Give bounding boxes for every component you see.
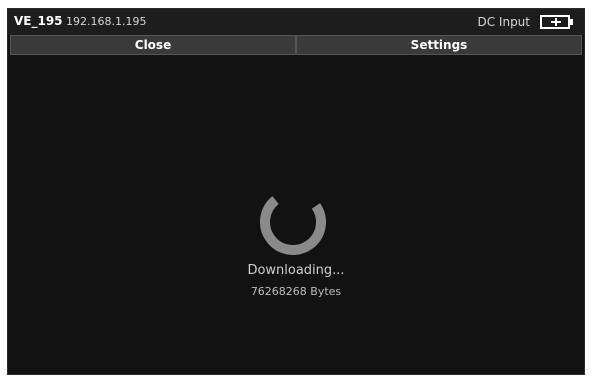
device-window: VE_195 192.168.1.195 DC Input Close Sett…: [7, 8, 585, 375]
download-bytes: 76268268 Bytes: [250, 285, 342, 298]
device-ip: 192.168.1.195: [66, 15, 147, 28]
settings-button[interactable]: Settings: [296, 35, 582, 55]
loading-spinner-icon: [260, 189, 326, 255]
download-status: Downloading...: [247, 263, 345, 278]
title-bar: VE_195 192.168.1.195 DC Input: [8, 9, 584, 35]
close-button[interactable]: Close: [10, 35, 296, 55]
device-name: VE_195: [14, 14, 63, 28]
download-panel: Downloading... 76268268 Bytes: [8, 55, 584, 374]
battery-icon: [540, 15, 573, 29]
toolbar: Close Settings: [8, 35, 584, 55]
power-status: DC Input: [477, 15, 530, 29]
